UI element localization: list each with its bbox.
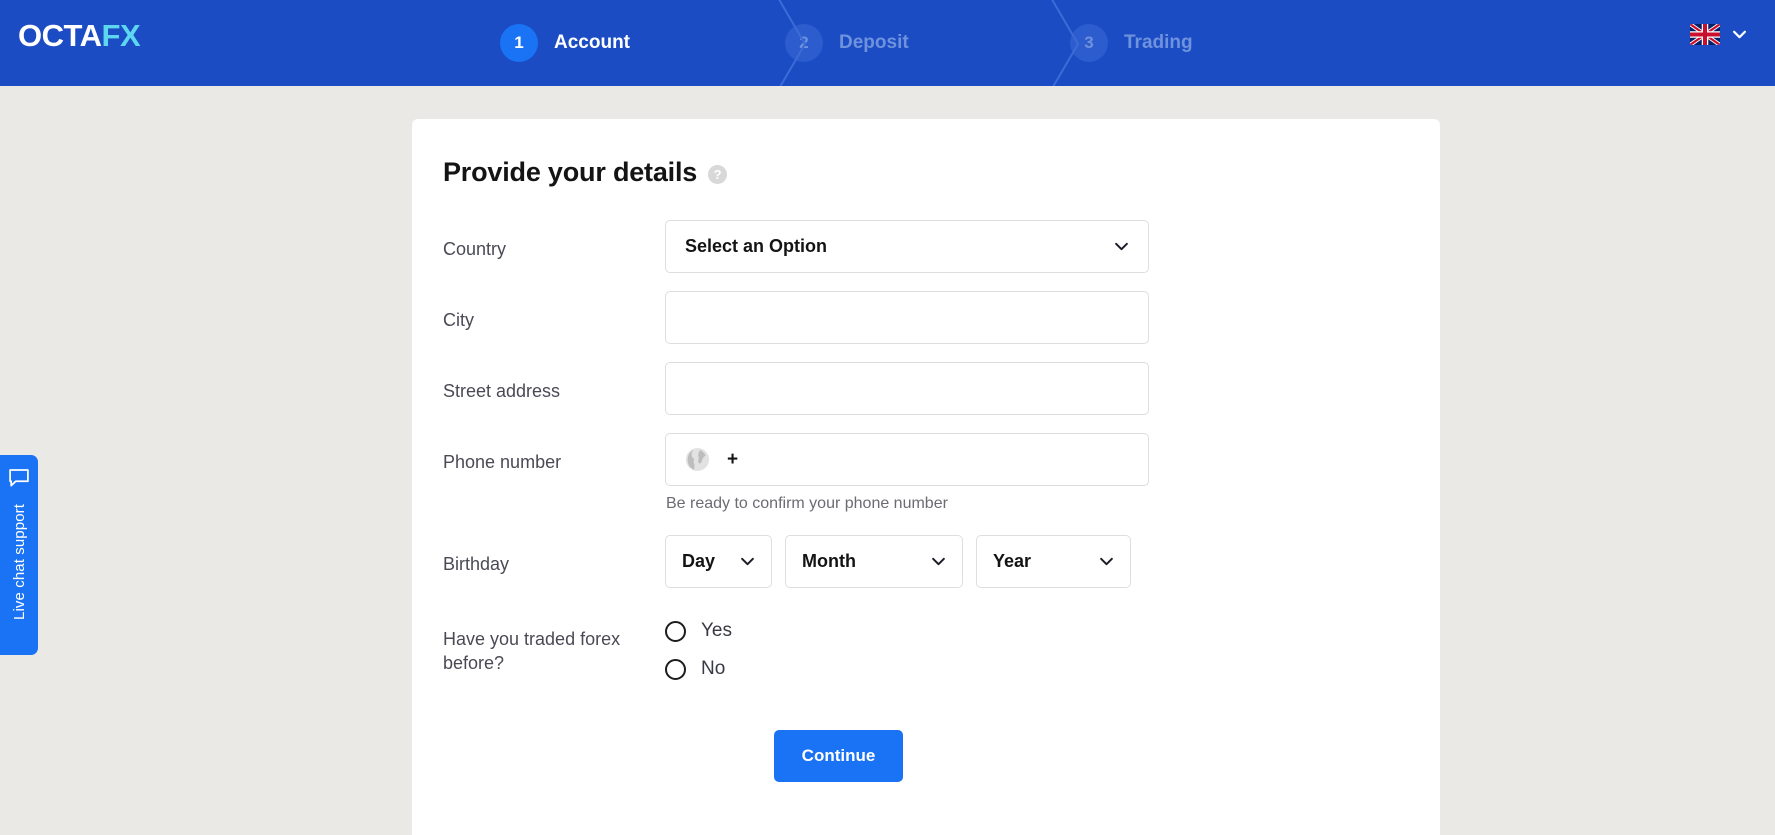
birthday-selects: Day Month Year [665,535,1131,588]
page-title: Provide your details [443,157,698,187]
birthday-day-value: Day [682,551,716,571]
radio-label-yes: Yes [701,620,732,641]
chevron-down-icon [1100,557,1113,566]
country-select[interactable]: Select an Option [665,220,1149,273]
country-select-value: Select an Option [685,236,828,256]
help-icon[interactable]: ? [708,165,728,184]
language-selector[interactable] [1690,24,1747,45]
radio-button-icon [665,658,686,680]
live-chat-support-tab[interactable]: Live chat support [0,455,38,655]
birthday-month-select[interactable]: Month [785,535,963,588]
phone-country-prefix: + [727,448,739,470]
step-number-3: 3 [1070,24,1108,62]
live-chat-support-label: Live chat support [10,504,28,620]
street-label: Street address [443,381,561,401]
step-number-2: 2 [785,24,823,62]
form-row-traded-forex: Have you traded forex before? Yes No [443,610,1440,680]
top-header: OCTA FX 1 Account 2 Deposit 3 Trading [0,0,1775,86]
phone-input[interactable]: + [665,433,1149,486]
country-label: Country [443,239,507,259]
chat-bubble-icon [9,469,29,487]
form-row-street: Street address [443,362,1440,415]
birthday-year-value: Year [993,551,1032,571]
step-deposit[interactable]: 2 Deposit [745,24,1030,62]
form-row-city: City [443,291,1440,344]
chevron-down-icon [932,557,945,566]
submit-row: Continue [412,730,1440,782]
step-trading[interactable]: 3 Trading [1030,24,1315,62]
form-row-country: Country Select an Option [443,220,1440,273]
phone-hint: Be ready to confirm your phone number [666,495,948,512]
registration-stepper: 1 Account 2 Deposit 3 Trading [0,0,1775,86]
globe-icon [685,447,710,472]
radio-label-no: No [701,658,726,679]
birthday-label: Birthday [443,554,510,574]
chevron-down-icon [741,557,754,566]
form-row-birthday: Birthday Day Month Year [443,535,1440,588]
city-label: City [443,310,474,330]
form-row-phone: Phone number + Be ready to confirm your … [443,433,1440,513]
step-label-trading: Trading [1124,32,1193,53]
birthday-day-select[interactable]: Day [665,535,772,588]
step-account[interactable]: 1 Account [460,24,745,62]
details-form-card: Provide your details ? Country Select an… [412,119,1440,835]
radio-option-yes[interactable]: Yes [665,620,732,642]
radio-button-icon [665,620,686,642]
chevron-down-icon [1733,30,1746,39]
street-address-input[interactable] [665,362,1149,415]
birthday-year-select[interactable]: Year [976,535,1131,588]
uk-flag-icon [1690,24,1720,45]
chevron-down-icon [1115,242,1128,251]
phone-label: Phone number [443,452,562,472]
step-label-account: Account [554,32,630,53]
traded-forex-radio-group: Yes No [665,610,732,680]
continue-button[interactable]: Continue [774,730,903,782]
step-label-deposit: Deposit [839,32,909,53]
radio-option-no[interactable]: No [665,658,732,680]
step-number-1: 1 [500,24,538,62]
traded-forex-label: Have you traded forex before? [443,629,621,674]
card-header: Provide your details ? [443,157,1440,188]
city-input[interactable] [665,291,1149,344]
birthday-month-value: Month [802,551,856,571]
